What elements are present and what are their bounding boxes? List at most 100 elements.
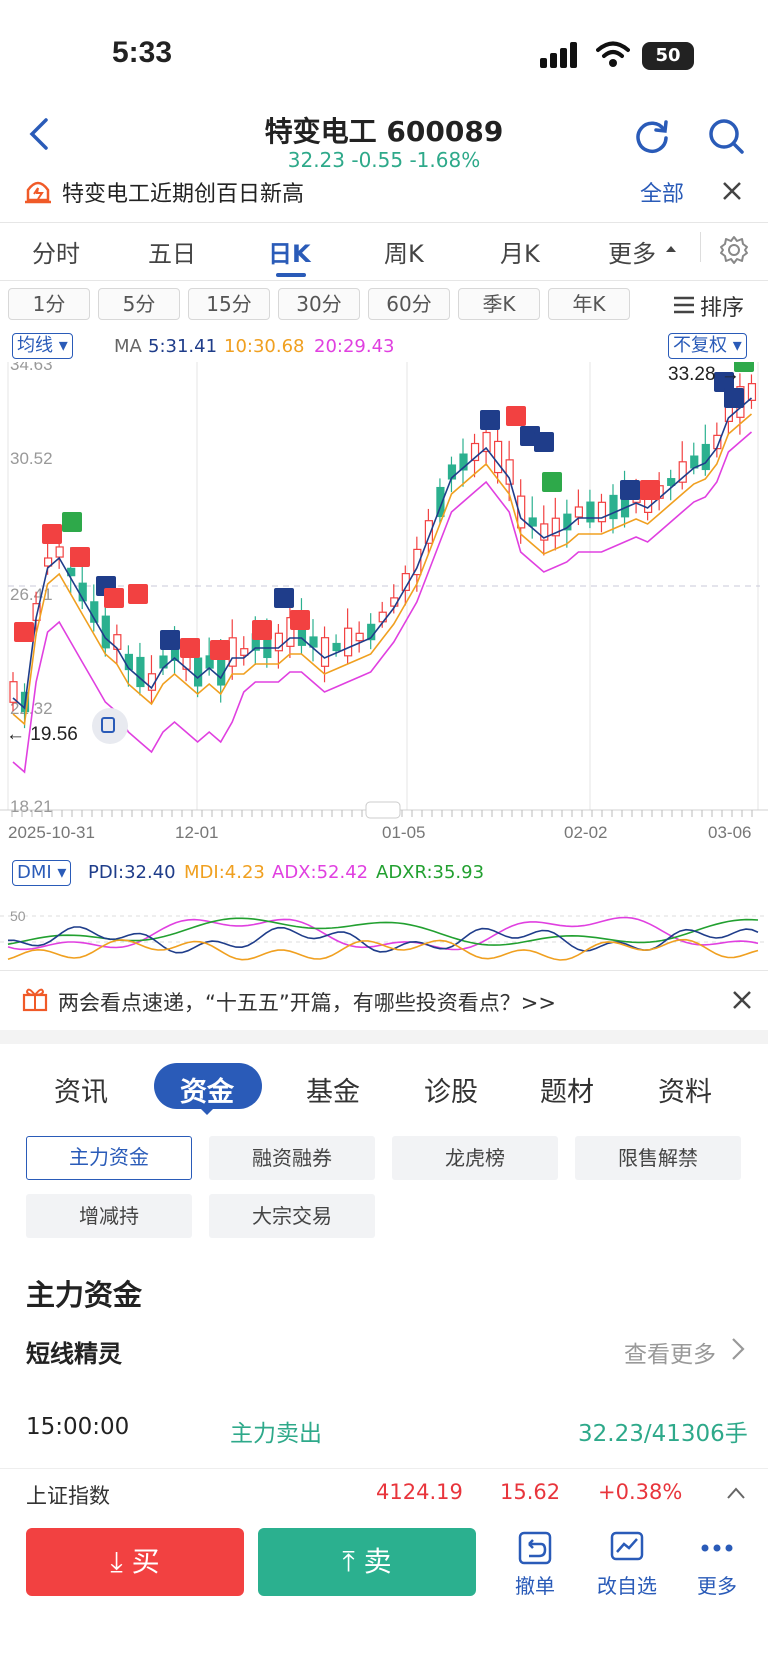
index-change: 15.62	[500, 1480, 561, 1504]
ma10-line	[12, 413, 753, 726]
active-tab-indicator	[276, 273, 306, 277]
candlestick-chart[interactable]: 34.6330.5226.4122.3218.212025-10-31 12-01…	[0, 362, 768, 852]
refresh-icon[interactable]	[632, 116, 672, 156]
candle-body	[355, 632, 364, 642]
sell-button[interactable]: ⤒ 卖	[258, 1528, 476, 1596]
ma5-value: 5:31.41	[148, 336, 218, 357]
buy-signal-badge	[640, 480, 660, 500]
index-value: 4124.19	[376, 1480, 463, 1504]
adjust-selector[interactable]: 不复权 ▾	[668, 333, 747, 359]
more-button[interactable]: 更多	[680, 1530, 754, 1599]
interval-1min[interactable]: 1分	[8, 288, 90, 320]
tab-themes[interactable]: 题材	[540, 1070, 594, 1109]
cancel-order-button[interactable]: 撤单	[498, 1530, 572, 1599]
x-tick-label: 2025-10-31	[8, 823, 95, 842]
dragon-tiger-button[interactable]: 龙虎榜	[392, 1136, 558, 1180]
cancel-order-label: 撤单	[515, 1574, 555, 1598]
edit-watchlist-icon	[610, 1531, 644, 1561]
t-signal-badge	[534, 432, 554, 452]
ma20-value: 20:29.43	[314, 336, 395, 357]
tab-news[interactable]: 资讯	[54, 1070, 108, 1109]
holding-change-button[interactable]: 增减持	[26, 1194, 192, 1238]
tab-daily-k[interactable]: 日K	[268, 234, 311, 269]
close-icon[interactable]	[722, 181, 742, 201]
tab-monthly-k[interactable]: 月K	[500, 234, 540, 269]
ma-prefix: MA	[114, 336, 142, 357]
view-more-link[interactable]: 查看更多	[624, 1335, 716, 1369]
tab-diagnosis[interactable]: 诊股	[424, 1070, 478, 1109]
ma10-value: 10:30.68	[224, 336, 305, 357]
wifi-icon	[596, 41, 630, 67]
interval-15min[interactable]: 15分	[188, 288, 270, 320]
buy-button[interactable]: ⤓ 买	[26, 1528, 244, 1596]
buy-signal-badge	[104, 588, 124, 608]
x-tick-label: 12-01	[175, 823, 218, 842]
ma-selector[interactable]: 均线 ▾	[12, 333, 73, 359]
settings-gear-icon[interactable]	[718, 234, 750, 266]
banner-text[interactable]: 两会看点速递，“十五五”开篇，有哪些投资看点？>>	[58, 987, 556, 1017]
main-funds-button[interactable]: 主力资金	[26, 1136, 192, 1180]
chart-drag-handle[interactable]	[365, 801, 401, 819]
x-tick-label: 03-06	[708, 823, 751, 842]
candle-body	[320, 637, 330, 667]
low-price-label: ← 19.56	[6, 724, 78, 745]
divider	[700, 232, 701, 262]
interval-year-k[interactable]: 年K	[548, 288, 630, 320]
more-dots-icon	[701, 1544, 733, 1552]
buy-signal-badge	[14, 622, 34, 642]
sort-button[interactable]: 排序	[700, 290, 744, 322]
interval-60min[interactable]: 60分	[368, 288, 450, 320]
tab-weekly-k[interactable]: 周K	[384, 234, 424, 269]
buy-signal-badge	[128, 584, 148, 604]
edit-watchlist-label: 改自选	[597, 1574, 657, 1598]
search-icon[interactable]	[706, 116, 746, 156]
edit-watchlist-button[interactable]: 改自选	[590, 1530, 664, 1599]
chevron-right-icon	[732, 1338, 745, 1360]
high-price-label: 33.28 →	[668, 364, 740, 385]
buy-signal-badge	[506, 406, 526, 426]
candle-body	[136, 656, 145, 688]
dmi-chart: 50	[0, 908, 768, 961]
x-tick-label: 02-02	[564, 823, 607, 842]
tab-intraday[interactable]: 分时	[32, 234, 80, 269]
margin-trading-button[interactable]: 融资融券	[209, 1136, 375, 1180]
menu-icon	[674, 296, 694, 314]
close-icon[interactable]	[732, 990, 752, 1010]
alert-all-link[interactable]: 全部	[640, 176, 684, 208]
indicator-selector[interactable]: DMI ▾	[12, 860, 72, 886]
sell-signal-badge	[542, 472, 562, 492]
chevron-up-icon[interactable]	[726, 1486, 746, 1500]
tab-fund[interactable]: 基金	[306, 1070, 360, 1109]
alert-text[interactable]: 特变电工近期创百日新高	[62, 176, 304, 208]
interval-5min[interactable]: 5分	[98, 288, 180, 320]
tab-profile[interactable]: 资料	[658, 1070, 712, 1109]
battery-indicator: 50	[642, 42, 694, 70]
section-separator	[0, 1030, 768, 1044]
dmi-adxr: ADXR:35.93	[376, 862, 485, 883]
candle-body	[701, 443, 710, 471]
candle-body	[667, 478, 676, 486]
record-time: 15:00:00	[26, 1414, 130, 1440]
copy-float-button[interactable]	[92, 708, 128, 744]
buy-signal-badge	[290, 610, 310, 630]
ma5-line	[12, 397, 753, 710]
divider	[0, 222, 768, 223]
candle-body	[194, 657, 203, 687]
adjust-label: 不复权	[673, 335, 727, 356]
interval-quarter-k[interactable]: 季K	[458, 288, 540, 320]
undo-order-icon	[518, 1531, 552, 1565]
tab-five-day[interactable]: 五日	[148, 234, 196, 269]
block-trade-button[interactable]: 大宗交易	[209, 1194, 375, 1238]
tab-more[interactable]: 更多	[608, 234, 656, 269]
index-name: 上证指数	[26, 1484, 110, 1508]
ma-selector-label: 均线	[17, 335, 53, 356]
buy-label: 买	[131, 1545, 160, 1578]
lockup-expiry-button[interactable]: 限售解禁	[575, 1136, 741, 1180]
indicator-label: DMI	[17, 862, 52, 883]
t-signal-badge	[160, 630, 180, 650]
interval-30min[interactable]: 30分	[278, 288, 360, 320]
tab-funds-flow[interactable]: 资金	[180, 1070, 234, 1109]
candle-body	[574, 506, 583, 518]
candle-body	[55, 546, 64, 558]
caret-up-icon	[666, 246, 676, 252]
